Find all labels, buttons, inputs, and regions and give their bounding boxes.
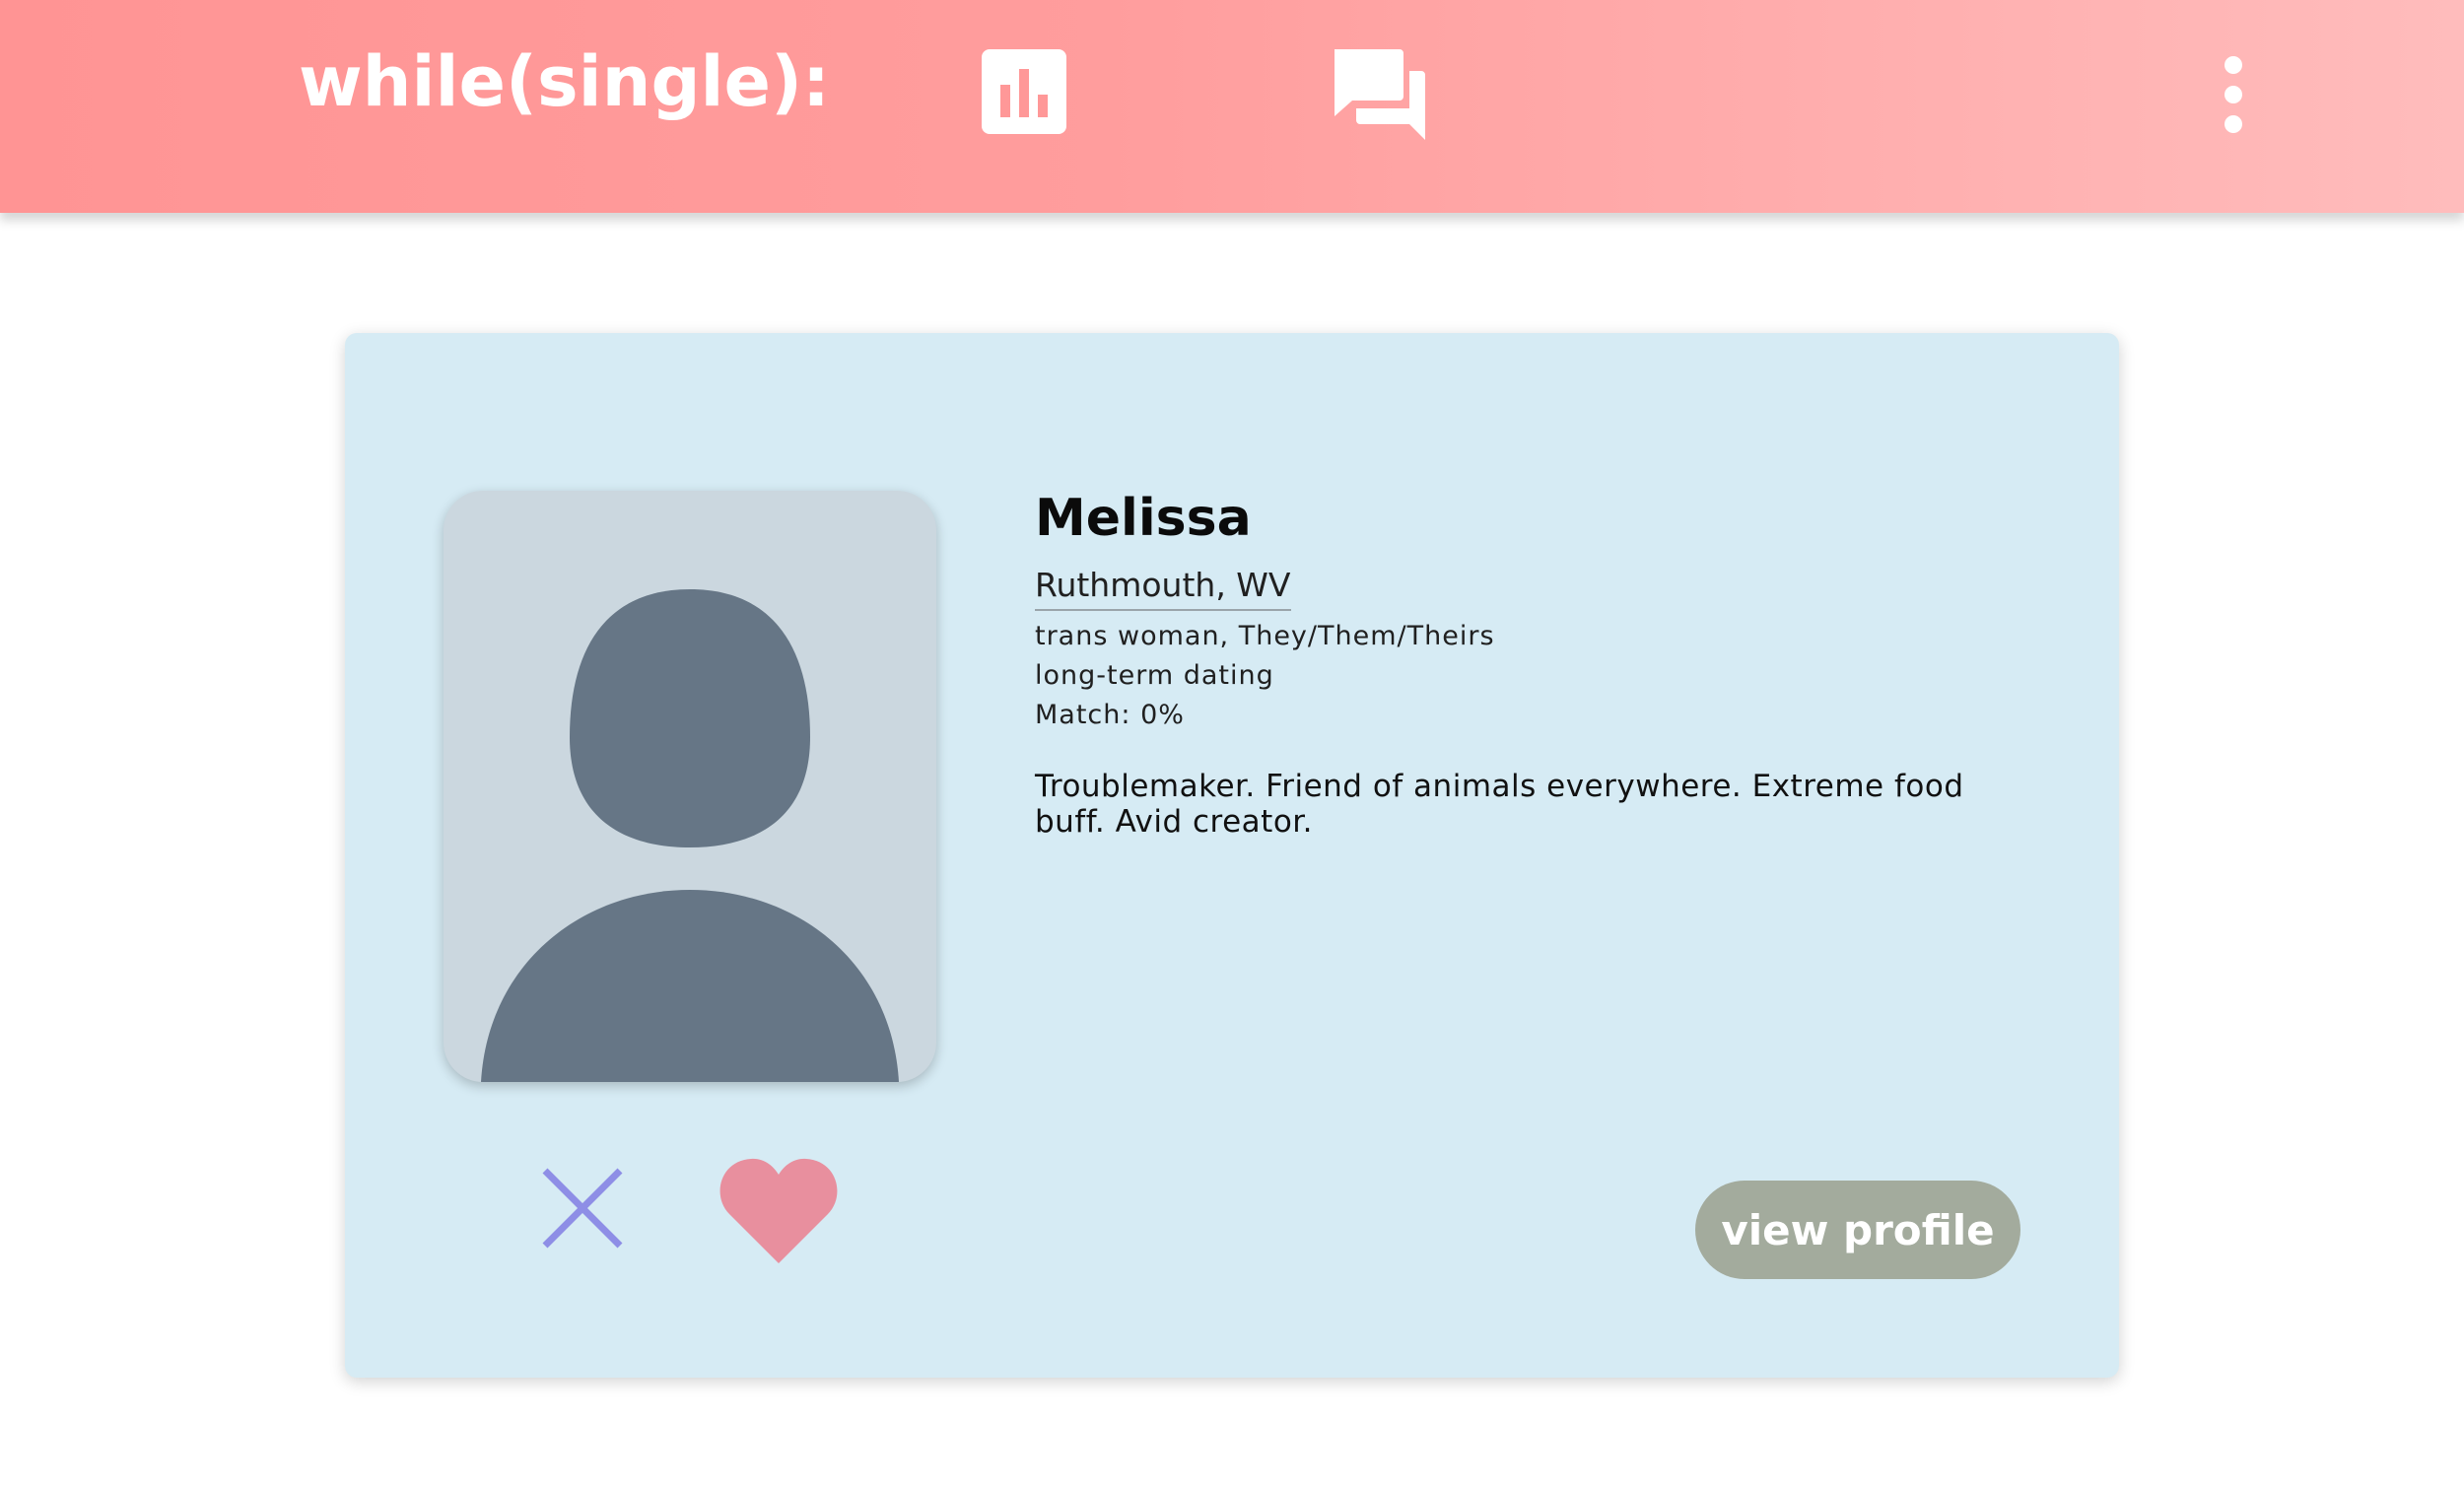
profile-info: Melissa Ruthmouth, WV trans woman, They/… [1035, 483, 2040, 870]
like-button[interactable] [719, 1157, 838, 1265]
profile-identity: trans woman, They/Them/Theirs [1035, 621, 1495, 651]
profile-bio: Troublemaker. Friend of animals everywhe… [1035, 769, 1964, 840]
chat-bubbles-icon [1335, 49, 1425, 140]
app-logo[interactable]: while(single): [299, 41, 830, 122]
profile-location: Ruthmouth, WV [1035, 564, 1291, 611]
stats-button[interactable] [982, 49, 1066, 134]
heart-icon [719, 1158, 838, 1263]
close-icon [542, 1168, 623, 1249]
more-vertical-icon [2224, 56, 2242, 133]
profile-card: Melissa Ruthmouth, WV trans woman, They/… [345, 333, 2119, 1378]
top-navigation-bar: while(single): [0, 0, 2464, 213]
avatar-placeholder-icon [481, 589, 899, 1082]
more-options-button[interactable] [2216, 55, 2251, 134]
reject-button[interactable] [540, 1166, 625, 1251]
profile-photo [444, 491, 936, 1082]
match-percentage: Match: 0% [1035, 700, 1185, 730]
messages-button[interactable] [1331, 47, 1429, 142]
view-profile-button[interactable]: view profile [1695, 1181, 2020, 1279]
profile-name: Melissa [1035, 489, 1252, 548]
profile-looking-for: long-term dating [1035, 660, 1274, 691]
bar-chart-icon [982, 49, 1066, 134]
